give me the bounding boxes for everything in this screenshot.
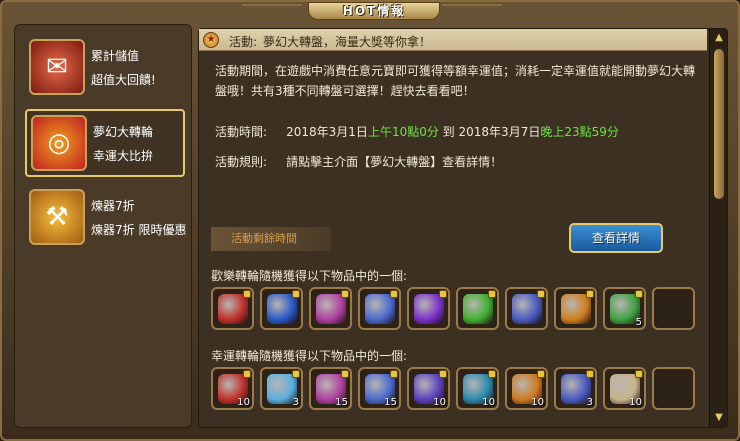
sidebar-item-label: 夢幻大轉輪: [93, 125, 154, 139]
red-envelope-icon: ✉: [29, 39, 85, 95]
item-slot[interactable]: 10: [603, 367, 646, 410]
sidebar-item-label: 累計儲值: [91, 49, 140, 63]
lock-icon: [586, 370, 594, 378]
lock-icon: [243, 370, 251, 378]
bell-icon: [560, 293, 591, 324]
item-slot[interactable]: [554, 287, 597, 330]
item-count: 3: [586, 397, 593, 408]
lock-icon: [292, 290, 300, 298]
lock-icon: [341, 290, 349, 298]
lock-icon: [390, 290, 398, 298]
item-count: 15: [335, 397, 348, 408]
view-details-button[interactable]: 查看詳情: [569, 223, 663, 253]
item-slot[interactable]: 3: [554, 367, 597, 410]
item-slot[interactable]: [260, 287, 303, 330]
lock-icon: [292, 370, 300, 378]
event-rules-row: 活動規則: 請點擊主介面【夢幻大轉盤】查看詳情！: [215, 153, 502, 170]
blue-crystal-icon: [266, 293, 297, 324]
event-end-date: 2018年3月7日: [458, 125, 541, 139]
event-time-row: 活動時間: 2018年3月1日上午10點0分 到 2018年3月7日晚上23點5…: [215, 123, 619, 140]
hot-info-window: HOT情報 ✉ 累計儲值 超值大回饋! ◎ 夢幻大轉輪 幸運大比拚 ⚒ 煉器7折…: [0, 0, 740, 441]
item-count: 10: [237, 397, 250, 408]
event-start-date: 2018年3月1日: [286, 125, 368, 139]
event-header: ★ 活動: 夢幻大轉盤，海量大獎等你拿！: [199, 29, 707, 51]
sidebar-item-sub: 超值大回饋!: [91, 73, 156, 87]
item-slot[interactable]: 3: [260, 367, 303, 410]
scroll-up-icon[interactable]: ▲: [712, 31, 726, 45]
lock-icon: [537, 290, 545, 298]
lock-icon: [488, 290, 496, 298]
purple-gem-icon: [413, 293, 444, 324]
event-end-time: 晚上23點59分: [540, 125, 619, 139]
event-header-text: 夢幻大轉盤，海量大獎等你拿！: [263, 35, 432, 49]
event-time-to: 到: [442, 125, 455, 139]
forge-hammer-icon: ⚒: [29, 189, 85, 245]
sidebar-item-recharge[interactable]: ✉ 累計儲值 超值大回饋!: [25, 35, 185, 103]
sidebar: ✉ 累計儲值 超值大回饋! ◎ 夢幻大轉輪 幸運大比拚 ⚒ 煉器7折 煉器7折 …: [14, 24, 192, 428]
sidebar-item-label: 煉器7折: [91, 199, 135, 213]
event-rules-label: 活動規則:: [215, 155, 268, 169]
window-title: HOT情報: [308, 2, 440, 20]
sidebar-item-forge[interactable]: ⚒ 煉器7折 煉器7折 限時優惠: [25, 185, 187, 253]
lock-icon: [635, 370, 643, 378]
item-slot[interactable]: [407, 287, 450, 330]
grid1-title: 歡樂轉輪隨機獲得以下物品中的一個:: [211, 269, 408, 283]
item-count: 15: [384, 397, 397, 408]
lock-icon: [586, 290, 594, 298]
item-count: 10: [629, 397, 642, 408]
item-slot[interactable]: [505, 287, 548, 330]
detail-panel: ★ 活動: 夢幻大轉盤，海量大獎等你拿！ 活動期間，在遊戲中消費任意元寶即可獲得…: [198, 28, 728, 428]
title-ornament-right: [442, 4, 502, 14]
scroll-down-icon[interactable]: ▼: [712, 411, 726, 425]
item-slot[interactable]: 15: [309, 367, 352, 410]
scroll-thumb[interactable]: [714, 49, 724, 199]
event-description: 活動期間，在遊戲中消費任意元寶即可獲得等額幸運值；消耗一定幸運值就能開動夢幻大轉…: [215, 64, 696, 98]
empty-slot[interactable]: [652, 287, 695, 330]
grid2-slots: 10 3 15 15 10 10 10 3 10: [211, 367, 695, 410]
item-slot[interactable]: [456, 287, 499, 330]
event-time-label: 活動時間:: [215, 125, 268, 139]
item-count: 10: [531, 397, 544, 408]
spin-wheel-icon: ◎: [31, 115, 87, 171]
item-slot[interactable]: 10: [505, 367, 548, 410]
red-orb-icon: [217, 293, 248, 324]
item-slot[interactable]: [211, 287, 254, 330]
item-slot[interactable]: 15: [358, 367, 401, 410]
staff-icon: [364, 293, 395, 324]
lock-icon: [243, 290, 251, 298]
green-orb-icon: [462, 293, 493, 324]
item-slot[interactable]: 10: [407, 367, 450, 410]
lock-icon: [537, 370, 545, 378]
blue-tag-icon: [511, 293, 542, 324]
lock-icon: [488, 370, 496, 378]
event-start-time: 上午10點0分: [367, 125, 439, 139]
grid2-title: 幸運轉輪隨機獲得以下物品中的一個:: [211, 349, 408, 363]
lock-icon: [341, 370, 349, 378]
item-slot[interactable]: 10: [456, 367, 499, 410]
lock-icon: [439, 370, 447, 378]
item-count: 3: [292, 397, 299, 408]
item-slot[interactable]: 5: [603, 287, 646, 330]
grid1-slots: 5: [211, 287, 695, 330]
pink-gem-icon: [315, 293, 346, 324]
item-count: 10: [482, 397, 495, 408]
item-count: 5: [635, 317, 642, 328]
lock-icon: [635, 290, 643, 298]
event-header-label: 活動:: [229, 35, 258, 49]
item-slot[interactable]: [358, 287, 401, 330]
item-slot[interactable]: [309, 287, 352, 330]
item-count: 10: [433, 397, 446, 408]
item-slot[interactable]: 10: [211, 367, 254, 410]
event-rules-text: 請點擊主介面【夢幻大轉盤】查看詳情！: [286, 155, 503, 169]
lock-icon: [439, 290, 447, 298]
remaining-time-label: 活動剩餘時間: [211, 227, 331, 251]
sidebar-item-sub: 煉器7折 限時優惠: [91, 223, 187, 237]
star-badge-icon: ★: [203, 32, 219, 48]
scrollbar[interactable]: ▲ ▼: [709, 29, 727, 427]
sidebar-item-sub: 幸運大比拚: [93, 149, 154, 163]
title-ornament-left: [242, 4, 302, 14]
empty-slot[interactable]: [652, 367, 695, 410]
sidebar-item-spin-wheel[interactable]: ◎ 夢幻大轉輪 幸運大比拚: [25, 109, 185, 177]
lock-icon: [390, 370, 398, 378]
